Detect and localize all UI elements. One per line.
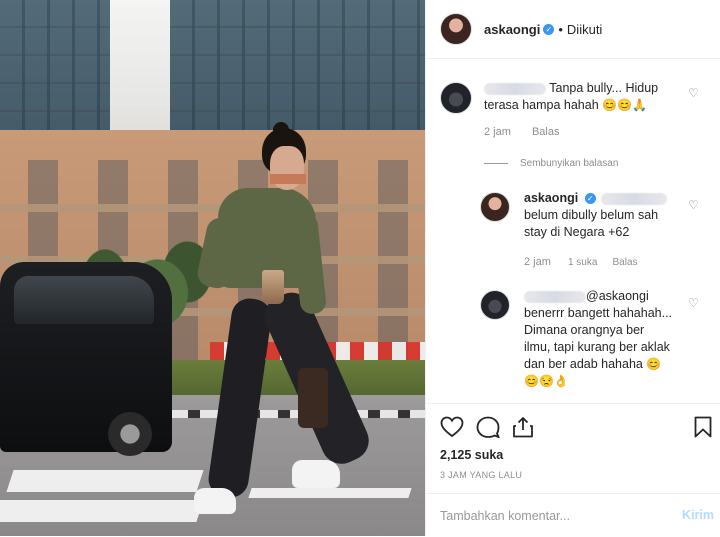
reply-time: 2 jam (524, 256, 551, 268)
reply-reply-button[interactable]: Balas (613, 257, 638, 268)
reply-mention[interactable]: @askaongi (586, 289, 649, 303)
photo-person-cup (262, 270, 284, 304)
verified-badge-icon: ✓ (543, 23, 555, 35)
photo-person-bag (298, 368, 328, 428)
comment-time: 2 jam (484, 126, 511, 138)
header-separator: • (558, 21, 563, 37)
comment-input[interactable] (440, 494, 660, 537)
post-header: askaongi ✓ • Diikuti (426, 0, 720, 59)
comment-reply-button[interactable]: Balas (532, 126, 560, 138)
follow-state-button[interactable]: Diikuti (567, 22, 602, 37)
post-side-panel: askaongi ✓ • Diikuti Tanpa bully... Hidu… (426, 0, 720, 537)
verified-badge-icon: ✓ (584, 193, 596, 205)
share-icon[interactable] (512, 416, 534, 443)
photo-crosswalk-stripe (0, 500, 204, 522)
reply-text: dan ber adab hahaha (524, 357, 643, 371)
photo-person-shoe (292, 460, 340, 488)
reply-author-username[interactable]: askaongi (524, 191, 578, 205)
reply-emojis: 😊😒👌 (524, 374, 569, 388)
photo-car (0, 262, 172, 456)
comment-like-heart-icon[interactable]: ♡ (688, 86, 699, 100)
photo-car-window (14, 276, 154, 324)
photo-crosswalk-stripe (6, 470, 204, 492)
mention-redacted[interactable] (601, 192, 668, 205)
photo-person (190, 122, 376, 528)
post-time: 3 JAM YANG LALU (440, 470, 523, 480)
hide-replies-label[interactable]: Sembunyikan balasan (520, 158, 618, 169)
reply-like-heart-icon[interactable]: ♡ (688, 198, 699, 212)
reply-like-heart-icon[interactable]: ♡ (688, 296, 699, 310)
post-actions: 2,125 suka 3 JAM YANG LALU (426, 403, 720, 494)
comment-icon[interactable] (476, 416, 501, 443)
reply-text: belum dibully belum sah (524, 208, 659, 222)
photo-car-wheel (108, 412, 152, 456)
reply-text: stay di Negara +62 (524, 225, 630, 239)
heart-icon[interactable] (440, 416, 464, 443)
likes-count[interactable]: 2,125 suka (440, 448, 503, 462)
hide-replies-toggle[interactable]: Sembunyikan balasan (484, 158, 618, 169)
send-comment-button[interactable]: Kirim (682, 508, 714, 522)
author-avatar[interactable] (440, 13, 472, 45)
reply-text: benerrr bangett hahahah... (524, 306, 673, 320)
reply-emoji: 😊 (646, 357, 662, 371)
photo-person-sunglasses (270, 174, 306, 184)
reply-author-avatar[interactable] (480, 290, 510, 320)
reply-likes-count[interactable]: 1 suka (568, 257, 597, 268)
hide-replies-line (484, 163, 508, 164)
bookmark-icon[interactable] (694, 416, 712, 443)
reply-author-avatar[interactable] (480, 192, 510, 222)
comment-emojis: 😊😊🙏 (602, 98, 647, 112)
reply-text: Dimana orangnya ber (524, 323, 645, 337)
commenter-avatar[interactable] (440, 82, 472, 114)
author-username[interactable]: askaongi (484, 22, 540, 37)
comment-text: terasa hampa hahah (484, 98, 599, 112)
comment-text: Tanpa bully... Hidup (549, 81, 659, 95)
photo-person-hair-bun (273, 122, 289, 138)
commenter-username-redacted[interactable] (484, 82, 546, 95)
photo-person-leg (206, 296, 274, 500)
comment-bar: Kirim (426, 493, 720, 537)
reply-text: ilmu, tapi kurang ber aklak (524, 340, 670, 354)
post-photo[interactable] (0, 0, 425, 536)
reply-author-username-redacted[interactable] (524, 290, 586, 303)
photo-person-shoe (194, 488, 236, 514)
